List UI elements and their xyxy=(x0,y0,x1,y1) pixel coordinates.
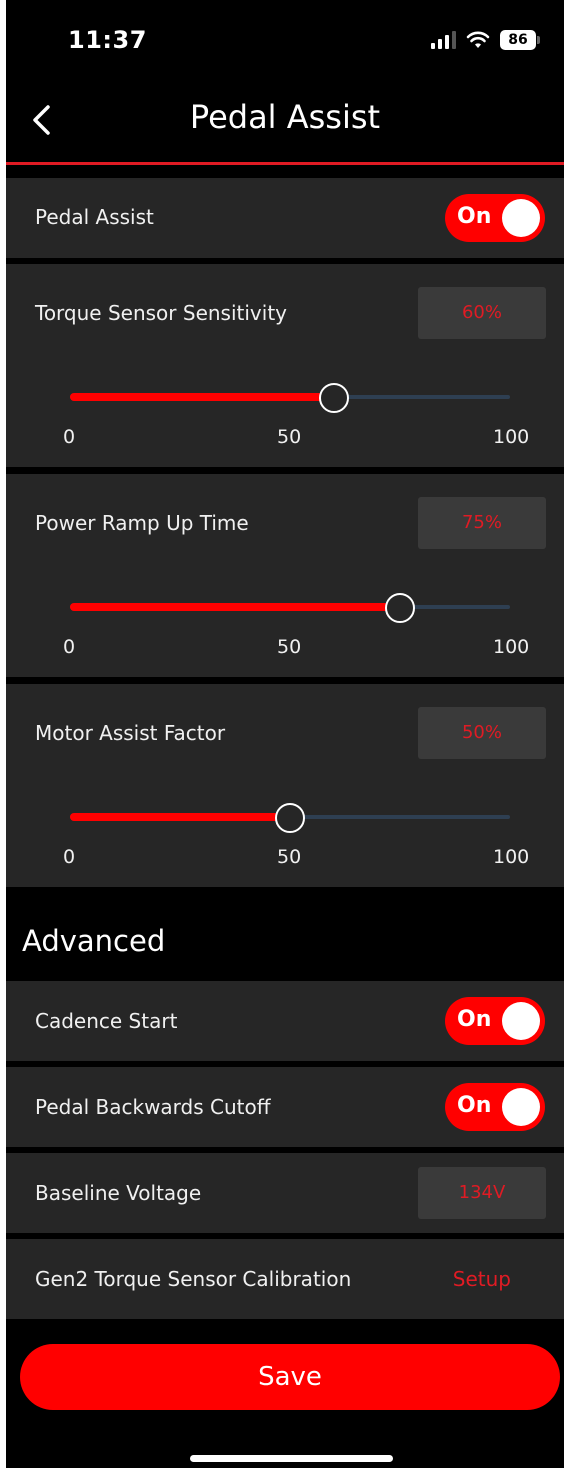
status-time: 11:37 xyxy=(68,26,147,54)
slider-max-label: 100 xyxy=(493,846,530,868)
slider-mid-label: 50 xyxy=(277,846,302,868)
motor-assist-slider[interactable] xyxy=(70,802,510,833)
pedal-assist-label: Pedal Assist xyxy=(35,205,154,229)
power-ramp-slider[interactable] xyxy=(70,592,510,623)
gen2-calibration-label: Gen2 Torque Sensor Calibration xyxy=(35,1267,352,1291)
slider-min-label: 0 xyxy=(63,846,76,868)
pedal-backwards-cutoff-label: Pedal Backwards Cutoff xyxy=(35,1095,271,1119)
toggle-state-label: On xyxy=(457,1093,492,1118)
slider-max-label: 100 xyxy=(493,636,530,658)
slider-thumb[interactable] xyxy=(319,383,349,413)
pedal-assist-toggle[interactable]: On xyxy=(445,194,545,242)
slider-min-label: 0 xyxy=(63,426,76,448)
save-button[interactable]: Save xyxy=(20,1344,560,1410)
slider-fill xyxy=(70,393,334,401)
status-icons: 86 xyxy=(431,30,540,50)
wifi-icon xyxy=(466,31,490,48)
slider-thumb[interactable] xyxy=(275,803,305,833)
slider-fill xyxy=(70,813,290,821)
slider-max-label: 100 xyxy=(493,426,530,448)
pedal-backwards-cutoff-toggle[interactable]: On xyxy=(445,1083,545,1131)
toggle-knob xyxy=(502,1002,540,1040)
toggle-state-label: On xyxy=(457,204,492,229)
setup-link[interactable]: Setup xyxy=(453,1267,511,1291)
slider-value-box[interactable]: 75% xyxy=(418,497,546,549)
motor-assist-card: Motor Assist Factor 50% 0 50 100 xyxy=(6,684,564,887)
cadence-start-toggle[interactable]: On xyxy=(445,997,545,1045)
slider-min-label: 0 xyxy=(63,636,76,658)
cadence-start-row: Cadence Start On xyxy=(6,981,564,1061)
toggle-knob xyxy=(502,199,540,237)
cellular-signal-icon xyxy=(431,31,456,49)
baseline-voltage-label: Baseline Voltage xyxy=(35,1181,202,1205)
torque-sensitivity-card: Torque Sensor Sensitivity 60% 0 50 100 xyxy=(6,264,564,467)
baseline-voltage-row: Baseline Voltage 134V xyxy=(6,1153,564,1233)
slider-value-box[interactable]: 50% xyxy=(418,707,546,759)
pedal-backwards-cutoff-row: Pedal Backwards Cutoff On xyxy=(6,1067,564,1147)
slider-mid-label: 50 xyxy=(277,636,302,658)
battery-icon: 86 xyxy=(500,30,540,50)
slider-label: Power Ramp Up Time xyxy=(35,511,249,535)
gen2-calibration-row: Gen2 Torque Sensor Calibration Setup xyxy=(6,1239,564,1319)
baseline-voltage-value[interactable]: 134V xyxy=(418,1167,546,1219)
toggle-knob xyxy=(502,1088,540,1126)
slider-label: Torque Sensor Sensitivity xyxy=(35,301,287,325)
app-screen: 11:37 86 Pedal Assist Pedal Assist On To… xyxy=(6,0,564,1468)
page-title: Pedal Assist xyxy=(189,98,381,136)
slider-value-box[interactable]: 60% xyxy=(418,287,546,339)
advanced-section-title: Advanced xyxy=(22,924,166,958)
toggle-state-label: On xyxy=(457,1007,492,1032)
slider-thumb[interactable] xyxy=(385,593,415,623)
torque-sensitivity-slider[interactable] xyxy=(70,382,510,413)
pedal-assist-row: Pedal Assist On xyxy=(6,178,564,258)
power-ramp-card: Power Ramp Up Time 75% 0 50 100 xyxy=(6,474,564,677)
slider-mid-label: 50 xyxy=(277,426,302,448)
header-divider xyxy=(6,162,564,165)
home-indicator xyxy=(190,1455,393,1462)
slider-label: Motor Assist Factor xyxy=(35,721,226,745)
slider-fill xyxy=(70,603,400,611)
cadence-start-label: Cadence Start xyxy=(35,1009,178,1033)
